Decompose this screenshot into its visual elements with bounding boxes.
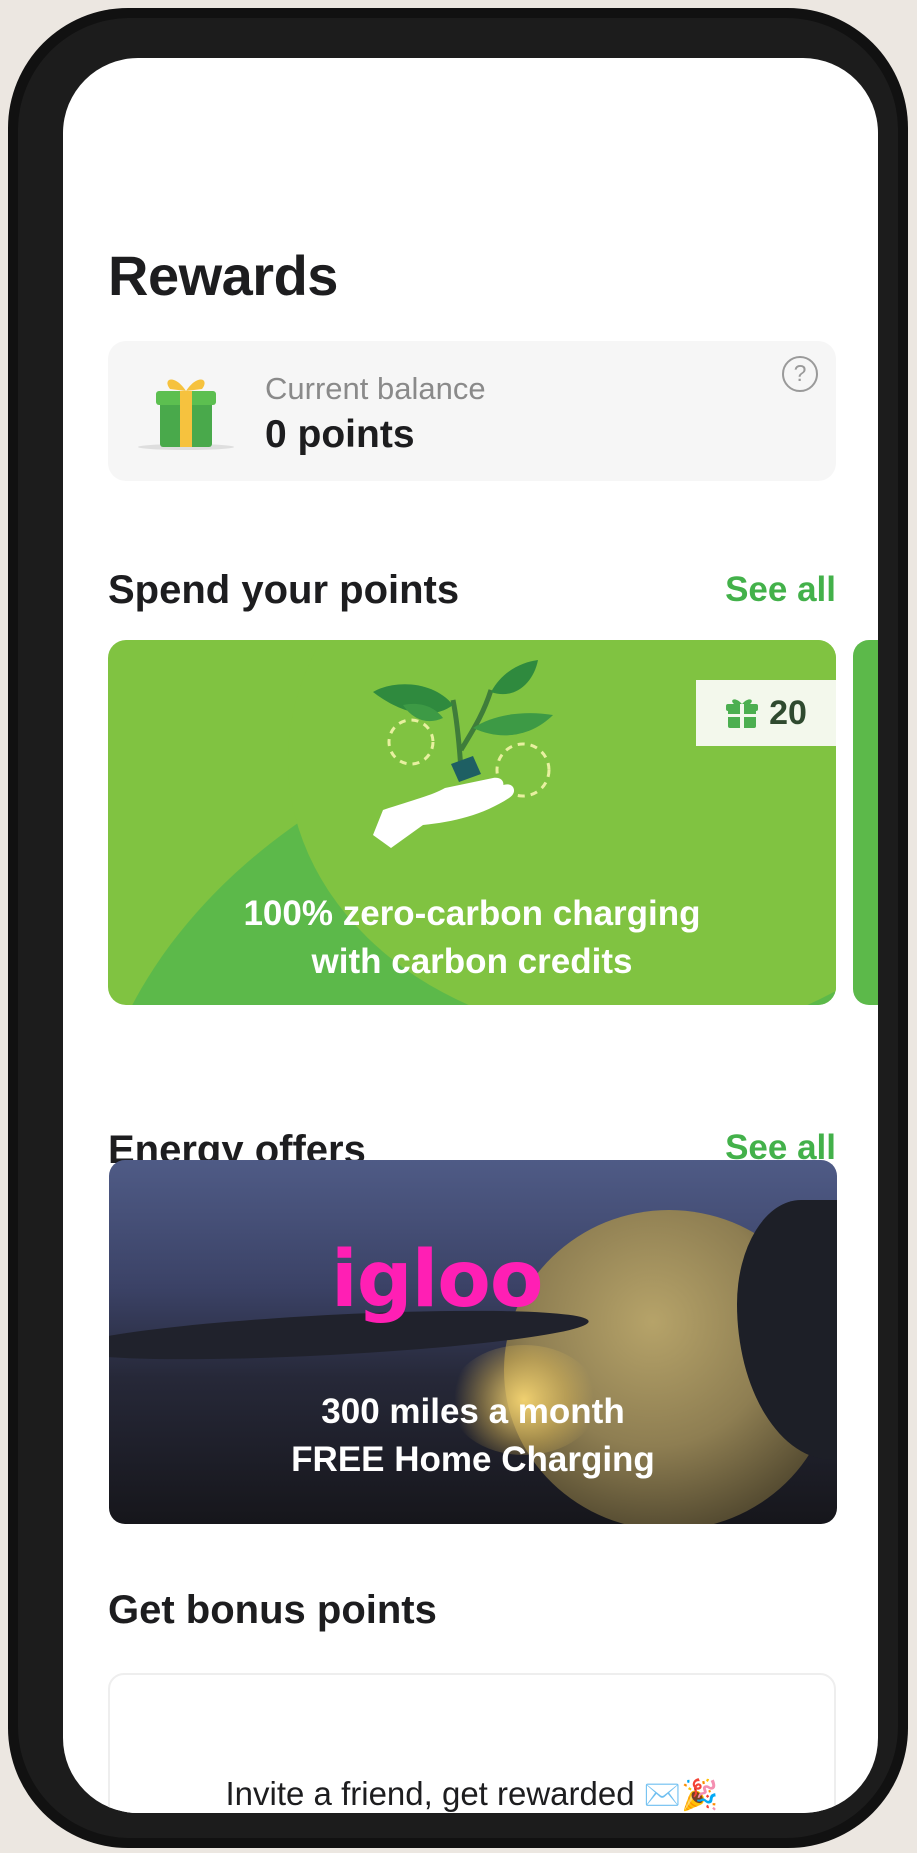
carbon-credits-card[interactable]: 20 100% zero-carbon charging with carbon… <box>108 640 836 1005</box>
points-cost-value: 20 <box>769 693 807 732</box>
igloo-logo: igloo <box>331 1235 543 1325</box>
app-screen: Rewards Current balance 0 points ? Spend… <box>63 58 878 1813</box>
points-cost-badge: 20 <box>696 680 836 746</box>
offer-caption-line: 300 miles a month <box>321 1392 625 1431</box>
offer-caption-line: FREE Home Charging <box>291 1440 655 1479</box>
spend-section-title: Spend your points <box>108 568 460 612</box>
next-reward-card-peek[interactable] <box>853 640 878 1005</box>
balance-value: 0 points <box>265 413 415 456</box>
bonus-section-title: Get bonus points <box>108 1588 437 1632</box>
gift-icon <box>726 699 759 728</box>
offer-caption: 300 miles a month FREE Home Charging <box>109 1388 837 1484</box>
help-icon[interactable]: ? <box>782 356 818 392</box>
plant-in-hand-icon <box>373 660 553 848</box>
spend-see-all-link[interactable]: See all <box>725 570 836 610</box>
phone-frame: Rewards Current balance 0 points ? Spend… <box>8 8 908 1848</box>
invite-friend-card[interactable]: Invite a friend, get rewarded ✉️🎉 <box>108 1673 836 1813</box>
invite-friend-label: Invite a friend, get rewarded <box>225 1775 635 1812</box>
envelope-party-icon: ✉️🎉 <box>643 1779 719 1812</box>
balance-card[interactable]: Current balance 0 points ? <box>108 341 836 481</box>
card-caption-line: 100% zero-carbon charging <box>243 894 701 933</box>
card-caption: 100% zero-carbon charging with carbon cr… <box>108 890 836 986</box>
gift-icon <box>136 369 236 453</box>
invite-friend-text: Invite a friend, get rewarded ✉️🎉 <box>110 1775 834 1813</box>
page-title: Rewards <box>108 244 338 307</box>
card-caption-line: with carbon credits <box>311 942 633 981</box>
balance-label: Current balance <box>265 371 486 406</box>
igloo-offer-card[interactable]: igloo 300 miles a month FREE Home Chargi… <box>109 1160 837 1524</box>
